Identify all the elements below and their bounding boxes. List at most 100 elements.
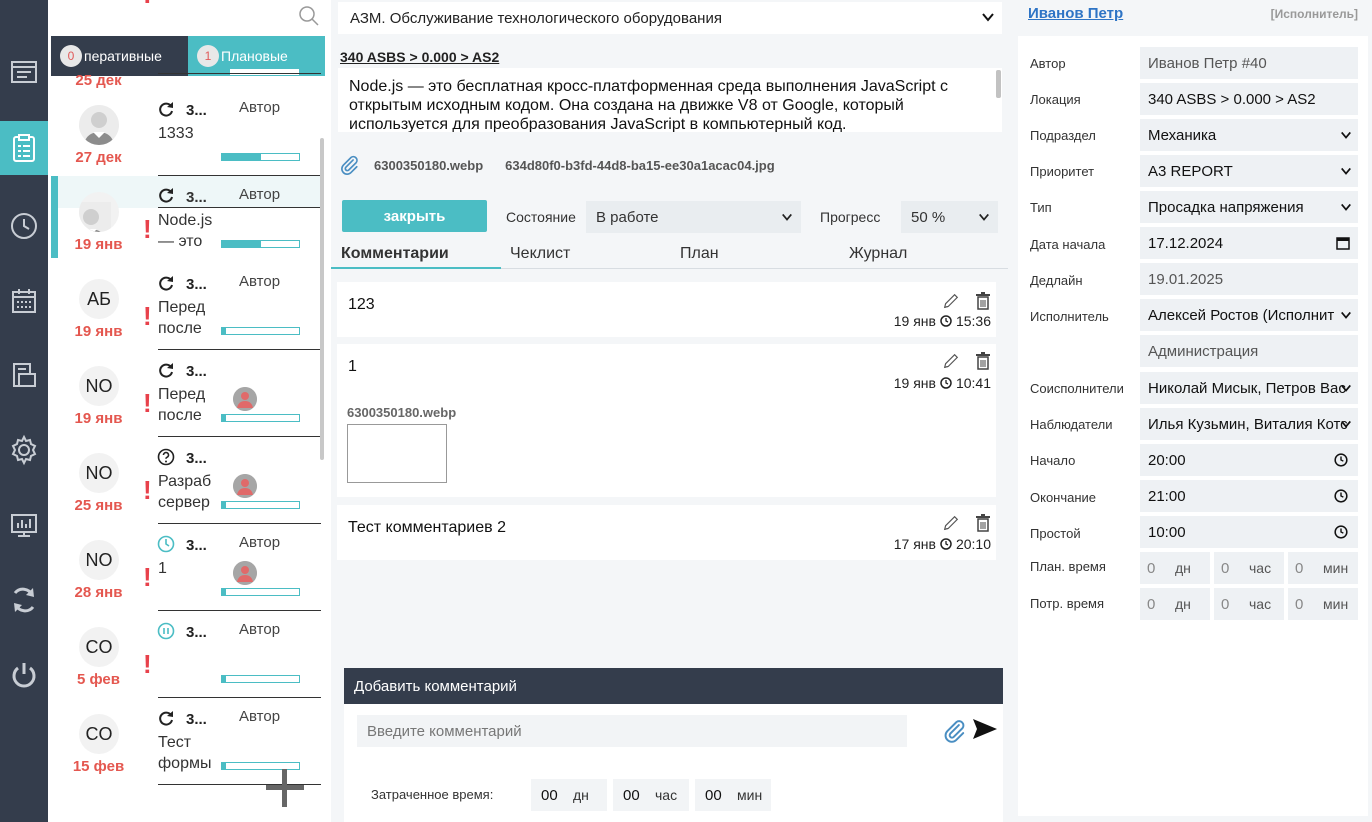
edit-icon[interactable] [942, 292, 960, 310]
comment-timestamp: 19 янв 10:41 [894, 375, 991, 391]
department-field: Администрация [1140, 335, 1358, 367]
plan-hours-input[interactable]: 0 час [1214, 552, 1284, 584]
task-progress-fill [222, 502, 226, 508]
spent-days-input[interactable]: 00 дн [531, 779, 607, 811]
task-list-item[interactable]: 25 дек! [51, 0, 321, 89]
tab-plan[interactable]: План [680, 245, 719, 263]
task-list-item[interactable]: NO 28 янв! 3... Автор 1 [51, 524, 321, 611]
task-list-scrollbar[interactable] [320, 138, 324, 460]
location-field[interactable]: 340 ASBS > 0.000 > AS2 [1140, 83, 1358, 115]
task-list-item[interactable]: 19 янв! 3... Автор Node.js — это [51, 176, 321, 258]
location-link[interactable]: 340 ASBS > 0.000 > AS2 [340, 49, 499, 65]
executor-select[interactable]: Алексей Ростов (Исполнит [1140, 299, 1358, 331]
division-select[interactable]: Механика [1140, 119, 1358, 151]
spent-mins-input[interactable]: 00 мин [695, 779, 771, 811]
end-value: 21:00 [1148, 487, 1186, 505]
close-task-button[interactable]: закрыть [342, 200, 487, 232]
send-icon[interactable] [972, 718, 998, 740]
nav-refresh[interactable] [0, 573, 48, 627]
calendar-icon[interactable] [1335, 235, 1351, 251]
trash-icon[interactable] [975, 292, 991, 310]
spent-time-group: 0 дн 0 час 0 мин [1140, 588, 1358, 620]
spent-mins-input[interactable]: 0 мин [1288, 588, 1358, 620]
monitor-chart-icon [11, 514, 37, 537]
clock-icon[interactable] [1334, 489, 1348, 503]
progress-select[interactable]: 50 % [901, 201, 998, 233]
description-content: Node.js — это бесплатная кросс-платформе… [349, 78, 949, 132]
task-list-item[interactable]: NO 19 янв! 3... Перед после [51, 350, 321, 437]
priority-select[interactable]: A3 REPORT [1140, 155, 1358, 187]
end-time-input[interactable]: 21:00 [1140, 480, 1358, 512]
category-select[interactable]: АЗМ. Обслуживание технологического обору… [338, 2, 1002, 34]
task-list-item[interactable]: 27 дек 3... Автор 1333 [51, 89, 321, 176]
observers-select[interactable]: Илья Кузьмин, Виталия Котс [1140, 408, 1358, 440]
trash-icon[interactable] [975, 514, 991, 532]
task-detail: АЗМ. Обслуживание технологического обору… [331, 0, 1008, 822]
clipboard-icon [13, 134, 35, 162]
task-date: 19 янв [74, 410, 123, 427]
selected-indicator [51, 176, 58, 258]
co-executors-label: Соисполнители [1030, 381, 1124, 396]
user-icon [233, 474, 257, 498]
attachment-link[interactable]: 6300350180.webp [374, 158, 483, 173]
plan-mins-input[interactable]: 0 мин [1288, 552, 1358, 584]
attachment-link[interactable]: 634d80f0-b3fd-44d8-ba15-ee30a1acac04.jpg [505, 158, 775, 173]
add-comment-form: Затраченное время: 00 дн 00 час 00 мин [344, 704, 1003, 822]
user-icon [233, 561, 257, 585]
nav-monitor-chart[interactable] [0, 498, 48, 552]
comment-attachment-image[interactable] [347, 424, 447, 483]
nav-clock[interactable] [0, 199, 48, 253]
start-date-input[interactable]: 17.12.2024 [1140, 227, 1358, 259]
avatar: CO [79, 714, 119, 754]
comment-input[interactable] [357, 715, 907, 747]
nav-calendar[interactable] [0, 274, 48, 328]
task-desc-line: после [158, 320, 202, 337]
downtime-value: 10:00 [1148, 523, 1186, 541]
downtime-input[interactable]: 10:00 [1140, 516, 1358, 548]
description-scrollbar[interactable] [996, 70, 1001, 98]
edit-icon[interactable] [942, 514, 960, 532]
avatar-initials: NO [85, 549, 113, 570]
nav-gear[interactable] [0, 423, 48, 477]
add-task-button[interactable] [264, 767, 306, 809]
plan-days-input[interactable]: 0 дн [1140, 552, 1210, 584]
tab-journal[interactable]: Журнал [849, 245, 907, 263]
avatar-initials: NO [85, 375, 113, 396]
task-list-item[interactable]: АБ 19 янв! 3... Автор Перед после [51, 263, 321, 350]
start-date-label: Дата начала [1030, 237, 1106, 252]
tab-checklist[interactable]: Чеклист [510, 245, 570, 263]
tab-comments[interactable]: Комментарии [341, 245, 449, 263]
clock-icon[interactable] [1334, 525, 1348, 539]
task-list-item[interactable]: NO 25 янв! 3... Разраб сервер [51, 437, 321, 524]
task-progress-bar [221, 414, 300, 422]
spent-hours-input[interactable]: 0 час [1214, 588, 1284, 620]
begin-time-input[interactable]: 20:00 [1140, 444, 1358, 476]
task-description: Тест формы [158, 732, 214, 776]
task-progress-fill [222, 763, 226, 769]
spent-hours-input[interactable]: 00 час [613, 779, 689, 811]
nav-clipboard[interactable] [0, 121, 48, 175]
task-list-item[interactable]: CO 5 фев! 3... Автор [51, 611, 321, 698]
task-divider [158, 207, 321, 208]
status-pause-icon [157, 622, 175, 640]
comment-attachment-name[interactable]: 6300350180.webp [347, 405, 456, 420]
nav-document[interactable] [0, 349, 48, 403]
trash-icon[interactable] [975, 352, 991, 370]
nav-terminal[interactable] [0, 45, 48, 99]
description-text[interactable]: Node.js — это бесплатная кросс-платформе… [338, 68, 1002, 132]
task-role: Автор [239, 708, 281, 725]
state-select[interactable]: В работе [586, 201, 801, 233]
type-select[interactable]: Просадка напряжения [1140, 191, 1358, 223]
spent-days-input[interactable]: 0 дн [1140, 588, 1210, 620]
urgent-icon: ! [143, 301, 152, 331]
deadline-field: 19.01.2025 [1140, 263, 1358, 295]
co-executors-select[interactable]: Николай Мисык, Петров Вас [1140, 372, 1358, 404]
edit-icon[interactable] [942, 352, 960, 370]
co-executors-value: Николай Мисык, Петров Вас [1148, 379, 1346, 397]
current-user-link[interactable]: Иванов Петр [1028, 5, 1123, 22]
task-date: 19 янв [74, 236, 123, 253]
paperclip-icon[interactable] [941, 718, 967, 744]
add-comment-header: Добавить комментарий [344, 668, 1003, 704]
nav-power[interactable] [0, 648, 48, 702]
clock-icon[interactable] [1334, 453, 1348, 467]
